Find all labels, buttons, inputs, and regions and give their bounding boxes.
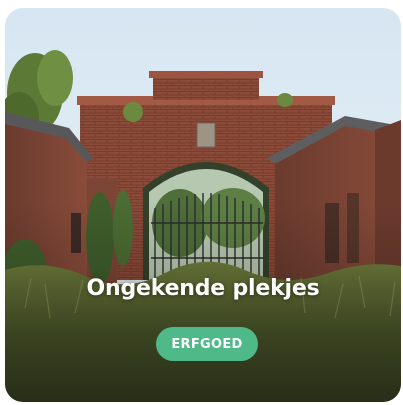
card-title: Ongekende plekjes bbox=[86, 276, 320, 301]
content-card[interactable]: Ongekende plekjes ERFGOED bbox=[5, 8, 401, 402]
category-badge[interactable]: ERFGOED bbox=[156, 327, 258, 361]
bottom-gradient bbox=[5, 202, 401, 402]
